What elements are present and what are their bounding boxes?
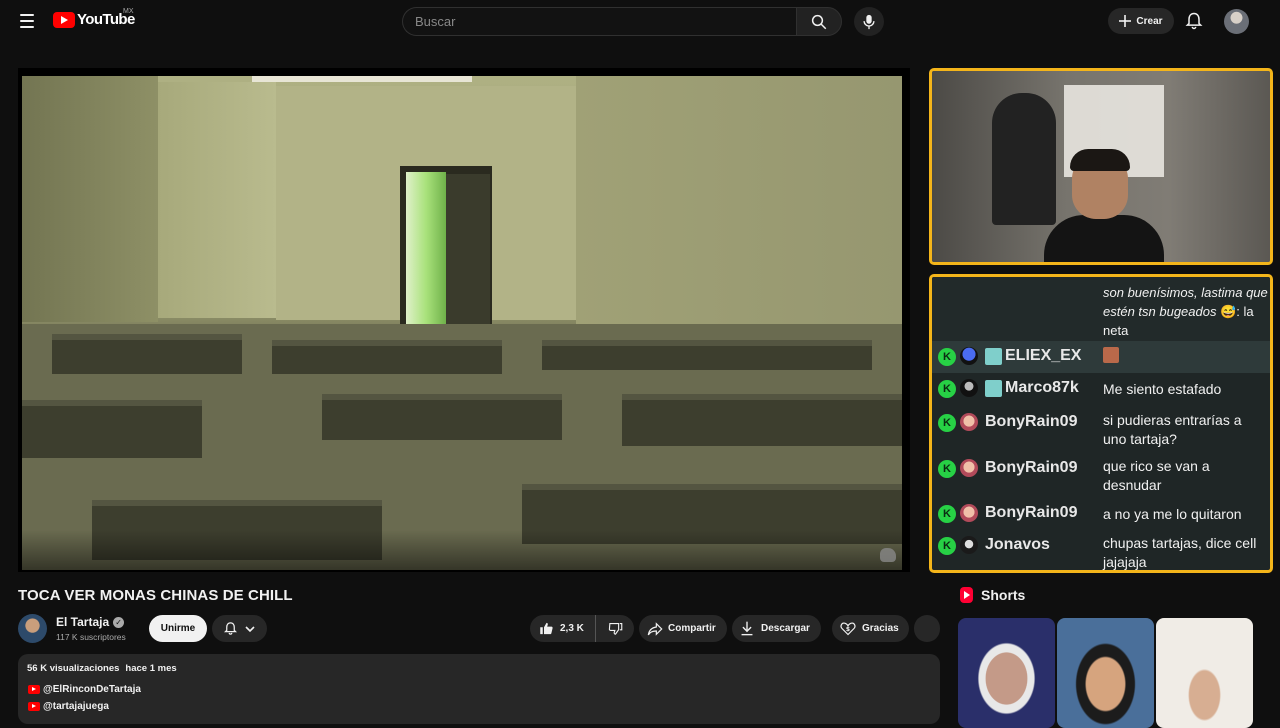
elephant-icon: [880, 548, 896, 562]
short-thumbnail[interactable]: [1156, 618, 1253, 728]
video-frame: [22, 76, 902, 570]
youtube-logo[interactable]: YouTube MX: [53, 8, 135, 28]
member-badge-icon: [985, 348, 1002, 365]
like-dislike-group: 2,3 K: [530, 615, 634, 642]
chat-row: K BonyRain09 a no ya me lo quitaron: [932, 497, 1270, 529]
chat-username: BonyRain09: [985, 459, 1078, 476]
user-avatar: [960, 536, 978, 554]
streamer: [1044, 149, 1164, 262]
top-bar: YouTube MX Crear: [0, 0, 1280, 42]
verified-check-icon: ✓: [113, 616, 125, 628]
user-avatar: [960, 379, 978, 397]
thanks-button[interactable]: $ Gracias: [832, 615, 909, 642]
menu-icon[interactable]: [14, 8, 40, 34]
chat-row: K BonyRain09 si pudieras entrarías a uno…: [932, 405, 1270, 451]
channel-name[interactable]: El Tartaja ✓: [56, 615, 125, 629]
country-code: MX: [123, 8, 134, 15]
search-input[interactable]: [402, 7, 797, 36]
subscriber-count: 117 K suscriptores: [56, 632, 126, 642]
heart-dollar-icon: $: [840, 622, 856, 636]
download-icon: [741, 621, 753, 636]
chat-message: que rico se van a desnudar: [1103, 458, 1210, 493]
chat-row: K Jonavos chupas tartajas, dice cell jaj…: [932, 529, 1270, 570]
share-icon: [647, 621, 663, 636]
chat-username: BonyRain09: [985, 504, 1078, 521]
share-button[interactable]: Compartir: [639, 615, 727, 642]
chat-message-partial: son buenísimos, lastima que estén tsn bu…: [932, 277, 1270, 341]
k-badge-icon: K: [938, 460, 956, 478]
create-label: Crear: [1136, 15, 1163, 27]
webcam-overlay: [929, 68, 1273, 265]
share-label: Compartir: [668, 623, 716, 634]
like-count: 2,3 K: [560, 623, 584, 634]
chat-message: si pudieras entrarías a uno tartaja?: [1103, 412, 1242, 447]
chat-username: ELIEX_EX: [1005, 347, 1082, 364]
chat-row: K Marco87k Me siento estafado: [932, 373, 1270, 405]
notifications-bell-icon[interactable]: [1184, 11, 1204, 31]
upload-date: hace 1 mes: [125, 663, 177, 674]
plus-icon: [1119, 15, 1132, 27]
download-label: Descargar: [761, 623, 810, 634]
chat-row: K BonyRain09 que rico se van a desnudar: [932, 451, 1270, 497]
notifications-dropdown-button[interactable]: [212, 615, 267, 642]
youtube-icon: [28, 685, 40, 694]
join-button[interactable]: Unirme: [149, 615, 207, 642]
video-player[interactable]: [18, 68, 910, 572]
channel-link[interactable]: @ElRinconDeTartaja: [28, 684, 141, 695]
chat-username: BonyRain09: [985, 413, 1078, 430]
chat-username: Jonavos: [985, 536, 1050, 553]
short-thumbnail[interactable]: [958, 618, 1055, 728]
video-title: TOCA VER MONAS CHINAS DE CHILL: [18, 587, 293, 604]
k-badge-icon: K: [938, 380, 956, 398]
thanks-label: Gracias: [862, 623, 899, 634]
chat-username: Marco87k: [1005, 379, 1079, 396]
emote-icon: [1103, 347, 1119, 363]
chat-overlay: son buenísimos, lastima que estén tsn bu…: [929, 274, 1273, 573]
thumbs-up-icon: [540, 622, 553, 635]
k-badge-icon: K: [938, 414, 956, 432]
user-avatar: [960, 413, 978, 431]
svg-text:$: $: [846, 626, 850, 633]
youtube-play-icon: [53, 11, 75, 28]
thumbs-down-icon: [608, 622, 622, 635]
bell-icon: [223, 622, 238, 635]
channel-link[interactable]: @tartajajuega: [28, 701, 109, 712]
k-badge-icon: K: [938, 537, 956, 555]
shorts-heading: Shorts: [960, 587, 1025, 603]
chat-message: Me siento estafado: [1103, 381, 1222, 397]
description-box[interactable]: 56 K visualizaciones hace 1 mes @ElRincon…: [18, 654, 940, 724]
account-avatar[interactable]: [1224, 9, 1249, 34]
user-avatar: [960, 459, 978, 477]
download-button[interactable]: Descargar: [732, 615, 821, 642]
view-count: 56 K visualizaciones: [27, 663, 120, 674]
member-badge-icon: [985, 380, 1002, 397]
dislike-button[interactable]: [596, 615, 634, 642]
user-avatar: [960, 504, 978, 522]
search-icon: [811, 14, 827, 29]
chat-message: a no ya me lo quitaron: [1103, 506, 1242, 522]
create-button[interactable]: Crear: [1108, 8, 1174, 34]
channel-avatar[interactable]: [18, 614, 47, 643]
k-badge-icon: K: [938, 348, 956, 366]
youtube-icon: [28, 702, 40, 711]
search-button[interactable]: [796, 7, 842, 36]
microphone-icon: [863, 14, 875, 29]
chat-row: K ELIEX_EX: [932, 341, 1270, 373]
video-meta: 56 K visualizaciones hace 1 mes: [27, 663, 183, 674]
grin-emoji-icon: 😅: [1220, 304, 1237, 319]
player-controls-overlay: [22, 530, 902, 570]
short-thumbnail[interactable]: [1057, 618, 1154, 728]
voice-search-button[interactable]: [854, 7, 884, 36]
more-actions-button[interactable]: [914, 615, 940, 642]
like-button[interactable]: 2,3 K: [530, 615, 596, 642]
chevron-down-icon: [245, 625, 255, 632]
user-avatar: [960, 347, 978, 365]
chat-message: chupas tartajas, dice cell jajajaja: [1103, 535, 1257, 570]
shorts-icon: [960, 587, 973, 603]
k-badge-icon: K: [938, 505, 956, 523]
